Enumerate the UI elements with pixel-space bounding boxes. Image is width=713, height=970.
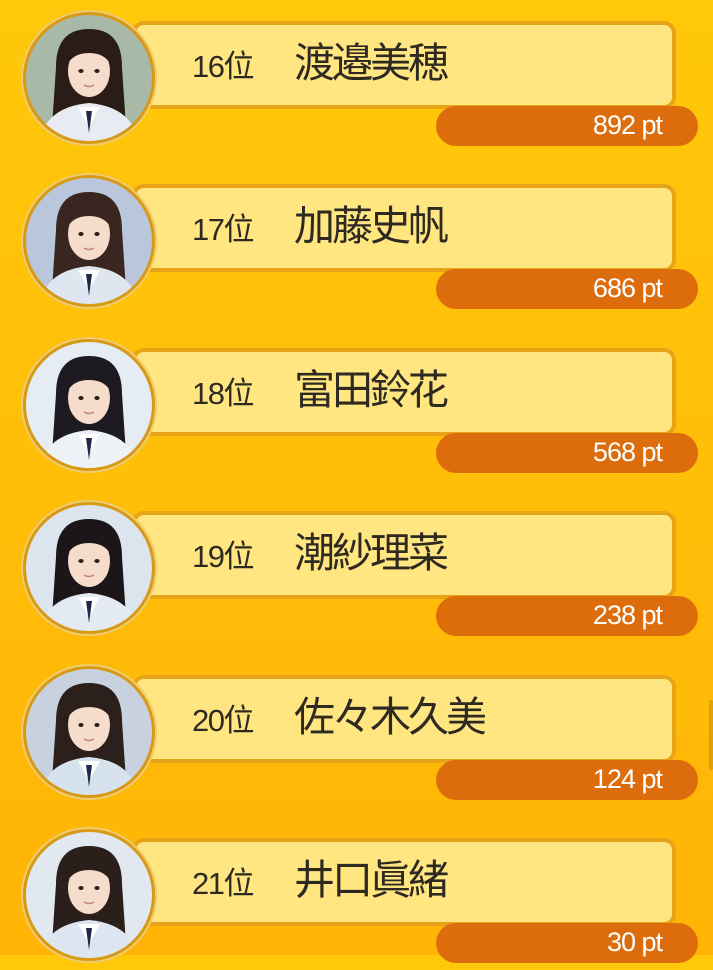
portrait-image [26,832,152,958]
rank-label: 20位 [192,702,254,738]
ranking-entry[interactable]: 21位 井口眞緒 30 pt [0,820,713,970]
rank-label: 21位 [192,866,254,901]
rank-label: 18位 [192,375,254,411]
member-name: 佐々木久美 [294,692,487,741]
avatar[interactable] [21,336,157,473]
avatar[interactable] [21,173,157,310]
name-card: 19位 潮紗理菜 [132,511,676,600]
member-photo [26,668,152,795]
points-value: 30 pt [606,927,663,957]
avatar[interactable] [21,500,157,637]
member-name: 潮紗理菜 [294,529,449,578]
ranking-entry[interactable]: 18位 富田鈴花 568 pt [0,330,713,480]
portrait-image [26,341,152,468]
member-photo [26,341,152,468]
points-value: 892 pt [592,110,663,140]
member-name: 富田鈴花 [294,365,449,414]
name-card: 16位 渡邉美穂 [132,21,676,109]
portrait-image [26,668,152,795]
ranking-entry[interactable]: 17位 加藤史帆 686 pt [0,166,713,316]
member-name: 加藤史帆 [294,202,449,251]
points-badge: 238 pt [436,596,698,637]
ranking-list: 16位 渡邉美穂 892 pt 17位 加藤史帆 686 pt 18位 富田鈴花… [0,0,713,963]
name-card: 17位 加藤史帆 [132,184,676,273]
portrait-image [26,15,152,141]
points-badge: 30 pt [436,923,698,963]
rank-label: 17位 [192,212,254,248]
points-badge: 686 pt [436,269,698,310]
rank-label: 16位 [192,49,254,84]
ranking-entry[interactable]: 20位 佐々木久美 124 pt [0,657,713,807]
ranking-entry[interactable]: 16位 渡邉美穂 892 pt [0,3,713,153]
rank-label: 19位 [192,539,254,575]
points-badge: 124 pt [436,759,698,800]
portrait-image [26,505,152,632]
name-card: 21位 井口眞緒 [132,838,676,926]
avatar[interactable] [21,663,157,800]
points-badge: 892 pt [436,106,698,146]
member-photo [26,178,152,305]
name-card: 18位 富田鈴花 [132,347,676,436]
portrait-image [26,178,152,305]
ranking-entry[interactable]: 19位 潮紗理菜 238 pt [0,493,713,643]
member-photo [26,505,152,632]
member-name: 渡邉美穂 [294,39,449,87]
member-photo [26,15,152,141]
member-photo [26,832,152,958]
name-card: 20位 佐々木久美 [132,674,676,763]
scrollbar[interactable] [709,700,713,770]
points-value: 124 pt [592,763,663,794]
avatar[interactable] [21,10,157,146]
member-name: 井口眞緒 [294,856,449,904]
points-badge: 568 pt [436,432,698,473]
avatar[interactable] [21,827,157,963]
points-value: 238 pt [592,600,663,631]
points-value: 686 pt [592,273,663,304]
points-value: 568 pt [592,436,663,467]
